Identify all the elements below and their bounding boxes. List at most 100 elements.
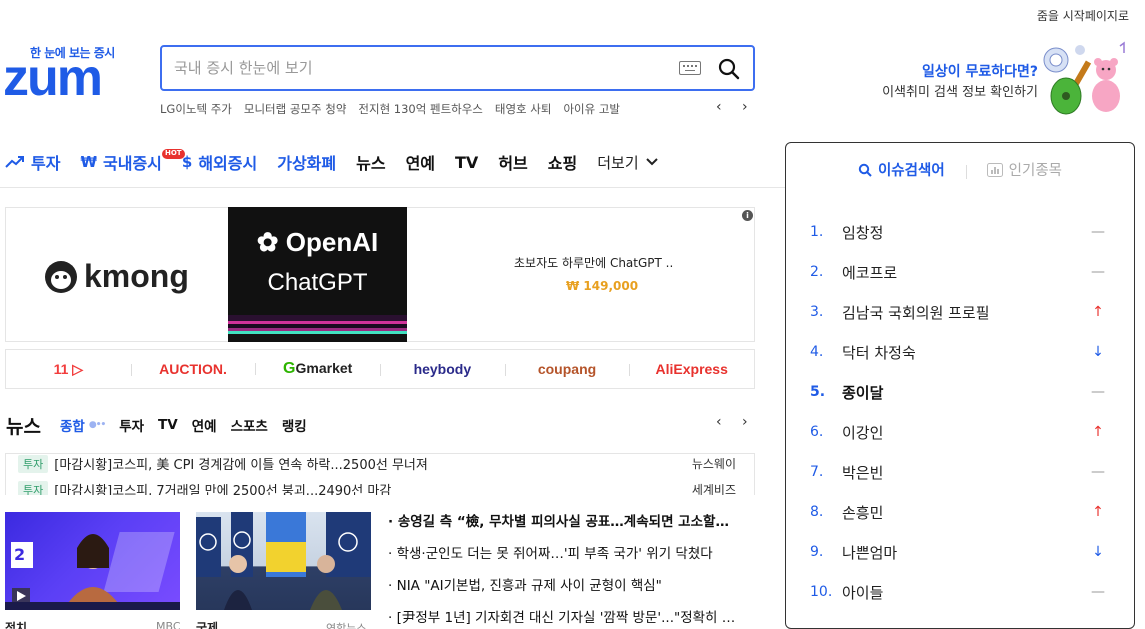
rank-row[interactable]: 5. 종이달 — [810, 381, 1106, 403]
shop-coupang[interactable]: coupang [504, 361, 630, 377]
nav-more-button[interactable]: 더보기 [597, 152, 658, 173]
tab-issue-keywords[interactable]: 이슈검색어 [858, 159, 945, 180]
tab-news-ranking[interactable]: 랭킹 [282, 415, 307, 435]
headline-title: [마감시황]코스피, 美 CPI 경계감에 이틀 연속 하락...2500선 무… [54, 458, 428, 473]
nav-item-entertainment[interactable]: 연예 [406, 150, 435, 174]
trending-link[interactable]: 모니터랩 공모주 청약 [244, 101, 347, 117]
rank-number: 3. [810, 304, 824, 320]
rank-row[interactable]: 2. 에코프로 — [810, 261, 1106, 283]
photo-category: 정치 [5, 621, 28, 629]
news-anchor-photo [5, 532, 180, 610]
kmong-logo-text: kmong [84, 258, 189, 294]
promo-subtext[interactable]: 이색취미 검색 정보 확인하기 [882, 81, 1038, 100]
rank-row[interactable]: 6. 이강인 ↑ [810, 421, 1106, 443]
rank-keyword: 임창정 [842, 223, 884, 242]
trending-link[interactable]: 아이유 고발 [563, 101, 620, 117]
news-link[interactable]: [尹정부 1년] 기자회견 대신 기자실 '깜짝 방문'..."정확히 … [388, 608, 758, 629]
tab-popular-stocks[interactable]: 인기종목 [986, 159, 1062, 180]
chevron-left-icon[interactable]: ‹ [716, 99, 722, 115]
nav-label: 투자 [31, 154, 61, 173]
headline-source: 뉴스웨이 [691, 457, 736, 471]
bar-chart-icon [986, 162, 1003, 177]
nav-more-label: 더보기 [597, 153, 639, 172]
rank-keyword: 아이들 [842, 583, 884, 602]
search-input[interactable] [174, 57, 654, 79]
shop-11st[interactable]: 11 ▷ [6, 361, 131, 378]
zum-logo[interactable]: zum [3, 52, 103, 104]
headline-title: [마감시황]코스피, 7거래일 만에 2500선 붕괴...2490선 마감 [54, 484, 392, 495]
rank-row[interactable]: 4. 닥터 차정숙 ↓ [810, 341, 1106, 363]
shop-auction[interactable]: AUCTION. [130, 361, 256, 377]
trend-down-icon: ↓ [1092, 344, 1104, 360]
trend-up-icon: ↑ [1092, 304, 1104, 320]
trending-link[interactable]: 전지현 130억 펜트하우스 [358, 101, 482, 117]
rank-number: 9. [810, 544, 824, 560]
keyboard-icon[interactable] [679, 61, 701, 75]
news-link[interactable]: NIA "AI기본법, 진흥과 규제 사이 균형이 핵심" [388, 576, 758, 608]
shop-gmarket[interactable]: GGmarket [255, 360, 380, 378]
news-photo-thumbnail[interactable] [196, 512, 371, 610]
nato-press-photo [196, 512, 371, 610]
news-link[interactable]: 송영길 측 “檢, 무차별 피의사실 공표…계속되면 고소할… [388, 512, 758, 544]
search-button[interactable] [717, 57, 741, 81]
news-photo-thumbnail[interactable]: 2 [5, 512, 180, 610]
trending-link[interactable]: 태영호 사퇴 [495, 101, 552, 117]
nav-item-domestic-stock[interactable]: ₩ 국내증시 [80, 150, 161, 174]
headline-ticker: 투자 [마감시황]코스피, 美 CPI 경계감에 이틀 연속 하락...2500… [5, 453, 755, 495]
ad-price: ₩ 149,000 [566, 279, 639, 293]
rank-row[interactable]: 7. 박은빈 — [810, 461, 1106, 483]
trend-same-icon: — [1091, 224, 1105, 240]
rank-row[interactable]: 10. 아이들 — [810, 581, 1106, 603]
rank-number: 2. [810, 264, 824, 280]
shop-label: Gmarket [295, 360, 353, 376]
photo-source: 연합뉴스 [326, 622, 367, 629]
rank-keyword: 김남국 국회의원 프로필 [842, 303, 990, 322]
nav-item-hub[interactable]: 허브 [498, 150, 527, 174]
rank-row[interactable]: 8. 손흥민 ↑ [810, 501, 1106, 523]
rank-row[interactable]: 3. 김남국 국회의원 프로필 ↑ [810, 301, 1106, 323]
hot-badge: HOT [162, 149, 185, 159]
shop-heybody[interactable]: heybody [380, 361, 505, 377]
nav-item-crypto[interactable]: 가상화폐 [277, 150, 336, 174]
nav-item-foreign-stock[interactable]: $ 해외증시 [182, 150, 257, 174]
rank-row[interactable]: 1. 임창정 — [810, 221, 1106, 243]
chevron-left-icon[interactable]: ‹ [716, 414, 722, 430]
nav-item-tv[interactable]: TV [455, 153, 478, 172]
headline-row[interactable]: 투자 [마감시황]코스피, 7거래일 만에 2500선 붕괴...2490선 마… [18, 480, 736, 495]
openai-title-text: OpenAI [285, 227, 379, 257]
trending-link[interactable]: LG이노텍 주가 [160, 101, 232, 117]
tab-news-general[interactable]: 종합 [60, 415, 85, 435]
trend-same-icon: — [1091, 464, 1105, 480]
tab-news-tv[interactable]: TV [158, 417, 178, 433]
nav-divider [0, 187, 785, 188]
chevron-right-icon[interactable]: › [742, 99, 748, 115]
chevron-right-icon[interactable]: › [742, 414, 748, 430]
rank-keyword: 닥터 차정숙 [842, 343, 916, 362]
tab-indicator-dots: ●•• [88, 420, 106, 430]
nav-item-invest[interactable]: 투자 [5, 150, 60, 174]
openai-logo-icon: ✿ [256, 227, 279, 257]
gmarket-g-icon: G [283, 360, 296, 377]
ad-info-icon[interactable]: i [742, 210, 753, 221]
tab-separator [966, 165, 967, 179]
shop-aliexpress[interactable]: AliExpress [629, 361, 754, 377]
rank-row[interactable]: 9. 나쁜엄마 ↓ [810, 541, 1106, 563]
ad-banner[interactable]: kmong ✿ OpenAI ChatGPT 초보자도 하루만에 ChatGPT… [5, 207, 755, 342]
nav-item-news[interactable]: 뉴스 [356, 150, 385, 174]
headline-row[interactable]: 투자 [마감시황]코스피, 美 CPI 경계감에 이틀 연속 하락...2500… [18, 454, 736, 473]
tab-label: 이슈검색어 [877, 163, 945, 179]
tab-news-entertainment[interactable]: 연예 [192, 415, 217, 435]
news-link[interactable]: 학생·군인도 더는 못 쥐어짜…'피 부족 국가' 위기 닥쳤다 [388, 544, 758, 576]
trend-up-icon: ↑ [1092, 504, 1104, 520]
trend-up-icon: ↑ [1092, 424, 1104, 440]
rank-number: 8. [810, 504, 824, 520]
tab-news-sports[interactable]: 스포츠 [231, 415, 268, 435]
set-start-page-link[interactable]: 줌을 시작페이지로 [1037, 7, 1129, 24]
promo-headline[interactable]: 일상이 무료하다면? [922, 61, 1038, 81]
nav-item-shopping[interactable]: 쇼핑 [548, 150, 577, 174]
rank-number: 7. [810, 464, 824, 480]
ukulele-bear-illustration [1043, 41, 1125, 115]
rank-keyword: 손흥민 [842, 503, 884, 522]
tab-news-invest[interactable]: 투자 [119, 415, 144, 435]
trend-up-icon [5, 156, 24, 168]
